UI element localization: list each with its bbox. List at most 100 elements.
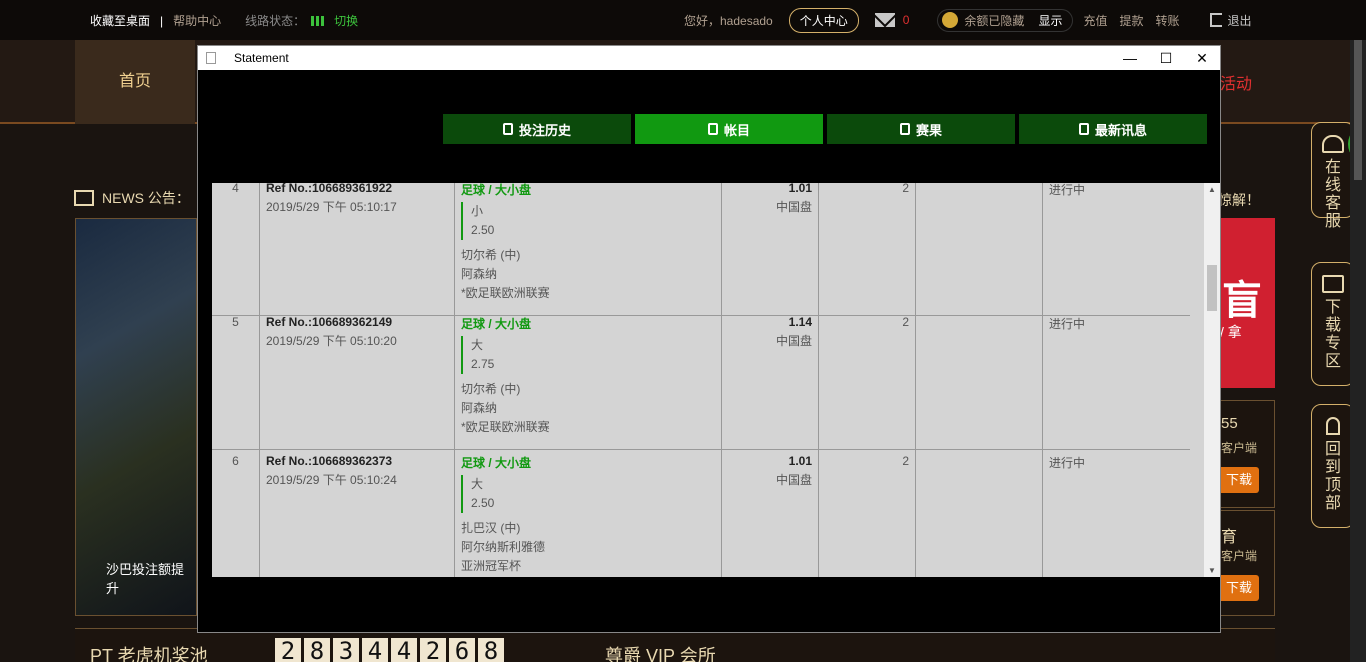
odds-type: 中国盘 bbox=[775, 473, 812, 487]
side-service-label: 在线客服 bbox=[1324, 159, 1341, 230]
selection-handicap: 2.50 bbox=[471, 223, 495, 237]
bet-time: 2019/5/29 下午 05:10:20 bbox=[266, 334, 397, 348]
switch-line-link[interactable]: 切换 bbox=[334, 12, 358, 29]
selection-pick: 大 bbox=[471, 338, 484, 352]
jackpot-digit: 4 bbox=[391, 638, 417, 662]
stake-cell: 2 bbox=[819, 450, 916, 577]
jackpot-digits: 28344268 bbox=[275, 638, 504, 662]
odds-value: 1.14 bbox=[788, 315, 812, 329]
client-download-panel-1: 55 客户端 下载 bbox=[1218, 400, 1275, 508]
right-promo-banner[interactable]: 盲 / 拿 bbox=[1218, 218, 1275, 388]
news-icon bbox=[74, 190, 94, 206]
deposit-link[interactable]: 充值 bbox=[1083, 12, 1107, 29]
tab-label: 赛果 bbox=[915, 122, 942, 138]
tab-statement[interactable]: 帐目 bbox=[635, 114, 823, 144]
tab-latest-news[interactable]: 最新讯息 bbox=[1019, 114, 1207, 144]
selection-pick: 大 bbox=[471, 477, 484, 491]
jackpot-digit: 3 bbox=[333, 638, 359, 662]
side-download-zone[interactable]: 下载专区 bbox=[1311, 262, 1355, 386]
vip-club-label[interactable]: 尊爵 VIP 会所 bbox=[605, 642, 716, 662]
signal-bars-icon bbox=[311, 15, 325, 26]
transfer-link[interactable]: 转账 bbox=[1155, 12, 1179, 29]
logout-icon bbox=[1209, 13, 1222, 27]
jackpot-digit: 2 bbox=[420, 638, 446, 662]
document-icon bbox=[206, 52, 216, 64]
jackpot-digit: 8 bbox=[304, 638, 330, 662]
client2-label: 客户端 bbox=[1221, 549, 1258, 563]
sport-market: 足球 / 大小盘 bbox=[461, 456, 532, 470]
tab-label: 帐目 bbox=[723, 122, 750, 138]
page-scrollbar[interactable] bbox=[1350, 40, 1366, 662]
odds-value: 1.01 bbox=[788, 454, 812, 468]
mail-icon bbox=[1078, 123, 1089, 135]
jackpot-digit: 2 bbox=[275, 638, 301, 662]
odds-value: 1.01 bbox=[788, 183, 812, 195]
client2-title: 育 bbox=[1221, 529, 1238, 546]
scroll-up-icon[interactable]: ▲ bbox=[1208, 185, 1216, 194]
home-team: 切尔希 (中) bbox=[461, 248, 521, 262]
status-cell: 进行中 bbox=[1043, 450, 1190, 577]
scroll-thumb[interactable] bbox=[1207, 265, 1217, 311]
bet-time: 2019/5/29 下午 05:10:17 bbox=[266, 200, 397, 214]
side-download-label: 下载专区 bbox=[1324, 299, 1341, 370]
promo-banner[interactable]: 沙巴投注额提升 bbox=[75, 218, 197, 616]
top-bar-right: 您好，hadesado 个人中心 0 余额已隐藏 显示 充值 提款 转账 退出 bbox=[684, 7, 1252, 33]
coin-icon bbox=[942, 12, 959, 28]
row-index-value: 5 bbox=[232, 315, 239, 329]
sport-market: 足球 / 大小盘 bbox=[461, 183, 532, 197]
book-icon bbox=[707, 123, 718, 135]
jackpot-digit: 4 bbox=[362, 638, 388, 662]
league-name: 亚洲冠军杯 bbox=[461, 559, 522, 573]
news-text: NEWS 公告： bbox=[102, 190, 190, 206]
top-bar-left: 收藏至桌面 | 帮助中心 线路状态： 切换 bbox=[90, 12, 358, 29]
client1-download-button[interactable]: 下载 bbox=[1219, 467, 1259, 493]
table-row: 4 Ref No.:106689361922 2019/5/29 下午 05:10:… bbox=[212, 183, 1190, 316]
home-team: 扎巴汉 (中) bbox=[461, 521, 521, 535]
close-button[interactable]: ✕ bbox=[1184, 46, 1220, 70]
client2-download-button[interactable]: 下载 bbox=[1219, 575, 1259, 601]
tab-label: 最新讯息 bbox=[1094, 122, 1147, 138]
window-controls: — ☐ ✕ bbox=[1112, 46, 1220, 70]
odds-cell: 1.01 中国盘 bbox=[722, 183, 819, 315]
news-label: NEWS 公告： bbox=[74, 188, 190, 208]
nav-home[interactable]: 首页 bbox=[75, 40, 195, 124]
odds-cell: 1.14 中国盘 bbox=[722, 311, 819, 449]
ref-number: Ref No.:106689362149 bbox=[266, 315, 393, 329]
tab-label: 投注历史 bbox=[518, 122, 571, 138]
table-scrollbar[interactable]: ▲ ▼ bbox=[1204, 183, 1220, 577]
modal-titlebar: Statement — ☐ ✕ bbox=[198, 46, 1220, 70]
row-index: 6 bbox=[212, 450, 260, 577]
show-balance-button[interactable]: 显示 bbox=[1038, 12, 1062, 29]
jackpot-digit: 6 bbox=[449, 638, 475, 662]
minimize-button[interactable]: — bbox=[1112, 46, 1148, 70]
league-name: *欧足联欧洲联赛 bbox=[461, 420, 550, 434]
nav-promotions[interactable]: 活动 bbox=[1220, 70, 1252, 94]
odds-type: 中国盘 bbox=[775, 334, 812, 348]
statement-tabs: 投注历史 帐目 赛果 最新讯息 bbox=[443, 114, 1207, 144]
status-value: 进行中 bbox=[1049, 317, 1086, 331]
row-index: 5 bbox=[212, 311, 260, 449]
right-banner-sub: / 拿 bbox=[1220, 324, 1242, 340]
selection-block: 小 2.50 bbox=[461, 202, 715, 240]
help-center-link[interactable]: 帮助中心 bbox=[173, 12, 221, 29]
win-lose-cell bbox=[916, 311, 1043, 449]
add-to-desktop-link[interactable]: 收藏至桌面 bbox=[90, 12, 150, 29]
stake-value: 2 bbox=[902, 454, 909, 468]
tab-bet-history[interactable]: 投注历史 bbox=[443, 114, 631, 144]
tab-results[interactable]: 赛果 bbox=[827, 114, 1015, 144]
stake-cell: 2 bbox=[819, 183, 916, 315]
scroll-down-icon[interactable]: ▼ bbox=[1208, 566, 1216, 575]
ref-cell: Ref No.:106689362149 2019/5/29 下午 05:10:2… bbox=[260, 311, 455, 449]
mail-button[interactable]: 0 bbox=[874, 13, 909, 27]
status-cell: 进行中 bbox=[1043, 183, 1190, 315]
table-row: 6 Ref No.:106689362373 2019/5/29 下午 05:10:… bbox=[212, 450, 1190, 577]
table-row: 5 Ref No.:106689362149 2019/5/29 下午 05:10:… bbox=[212, 311, 1190, 450]
side-back-to-top[interactable]: 回到顶部 bbox=[1311, 404, 1355, 528]
maximize-button[interactable]: ☐ bbox=[1148, 46, 1184, 70]
selection-block: 大 2.50 bbox=[461, 475, 715, 513]
logout-label: 退出 bbox=[1227, 13, 1252, 28]
personal-center-button[interactable]: 个人中心 bbox=[788, 7, 859, 33]
logout-button[interactable]: 退出 bbox=[1209, 12, 1252, 29]
withdraw-link[interactable]: 提款 bbox=[1119, 12, 1143, 29]
league-name: *欧足联欧洲联赛 bbox=[461, 286, 550, 300]
